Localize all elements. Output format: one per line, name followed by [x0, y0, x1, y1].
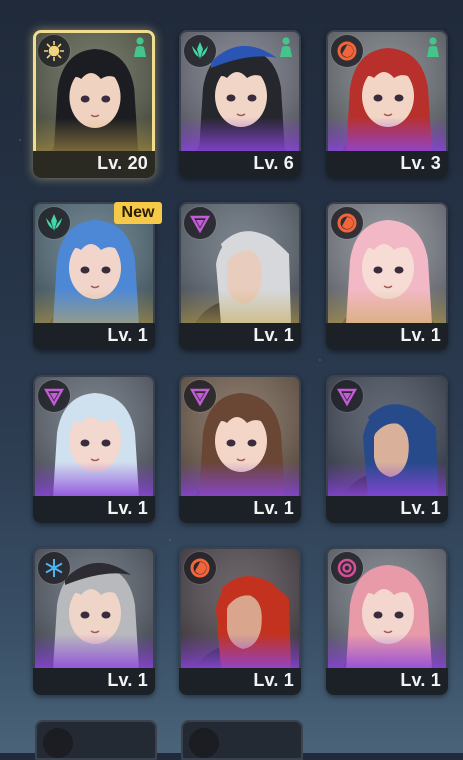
rarity-glow [36, 118, 152, 152]
card-footer: Lv. 20 [33, 151, 155, 178]
character-card[interactable]: Lv. 6 [179, 30, 301, 178]
rarity-glow [328, 462, 446, 496]
character-card[interactable]: Lv. 20 [33, 30, 155, 178]
rarity-glow [328, 634, 446, 668]
element-badge [189, 728, 219, 758]
card-footer: Lv. 1 [179, 668, 301, 695]
new-badge: New [114, 202, 162, 224]
level-label: Lv. 1 [253, 325, 294, 345]
card-footer: Lv. 1 [326, 668, 448, 695]
fusion-icon [331, 35, 363, 67]
character-card[interactable]: Lv. 1 [326, 375, 448, 523]
level-label: Lv. 1 [400, 498, 441, 518]
element-badge [43, 728, 73, 758]
havoc-icon [331, 380, 363, 412]
character-card[interactable]: Lv. 1 [33, 202, 155, 350]
rarity-glow [181, 462, 299, 496]
havoc-icon [184, 207, 216, 239]
rarity-glow [181, 117, 299, 151]
fusion-icon [331, 207, 363, 239]
rarity-glow [181, 634, 299, 668]
card-footer: Lv. 1 [326, 323, 448, 350]
fusion-icon [184, 552, 216, 584]
character-card[interactable]: Lv. 1 [179, 547, 301, 695]
aero-icon [38, 207, 70, 239]
card-footer: Lv. 1 [33, 323, 155, 350]
spectro-icon [38, 35, 70, 67]
level-label: Lv. 1 [253, 670, 294, 690]
character-card[interactable]: Lv. 3 [326, 30, 448, 178]
aero-icon [184, 35, 216, 67]
level-label: Lv. 3 [400, 153, 441, 173]
level-label: Lv. 1 [107, 670, 148, 690]
character-card-partial[interactable] [181, 720, 303, 760]
support-icon [425, 36, 441, 58]
level-label: Lv. 20 [97, 153, 148, 173]
level-label: Lv. 1 [107, 325, 148, 345]
electro-icon [331, 552, 363, 584]
card-footer: Lv. 1 [179, 496, 301, 523]
glacio-icon [38, 552, 70, 584]
character-card[interactable]: Lv. 1 [179, 202, 301, 350]
character-card[interactable]: Lv. 1 [179, 375, 301, 523]
level-label: Lv. 1 [400, 670, 441, 690]
card-footer: Lv. 1 [33, 668, 155, 695]
card-footer: Lv. 1 [33, 496, 155, 523]
character-card-partial[interactable] [35, 720, 157, 760]
rarity-glow [35, 289, 153, 323]
character-card[interactable]: Lv. 1 [326, 547, 448, 695]
support-icon [278, 36, 294, 58]
havoc-icon [38, 380, 70, 412]
character-card[interactable]: Lv. 1 [326, 202, 448, 350]
card-footer: Lv. 1 [326, 496, 448, 523]
level-label: Lv. 1 [400, 325, 441, 345]
character-card[interactable]: Lv. 1 [33, 375, 155, 523]
rarity-glow [35, 462, 153, 496]
card-footer: Lv. 3 [326, 151, 448, 178]
havoc-icon [184, 380, 216, 412]
card-footer: Lv. 1 [179, 323, 301, 350]
card-footer: Lv. 6 [179, 151, 301, 178]
level-label: Lv. 6 [253, 153, 294, 173]
rarity-glow [328, 289, 446, 323]
level-label: Lv. 1 [107, 498, 148, 518]
character-card[interactable]: Lv. 1 [33, 547, 155, 695]
rarity-glow [328, 117, 446, 151]
support-icon [132, 36, 148, 58]
rarity-glow [181, 289, 299, 323]
level-label: Lv. 1 [253, 498, 294, 518]
rarity-glow [35, 634, 153, 668]
